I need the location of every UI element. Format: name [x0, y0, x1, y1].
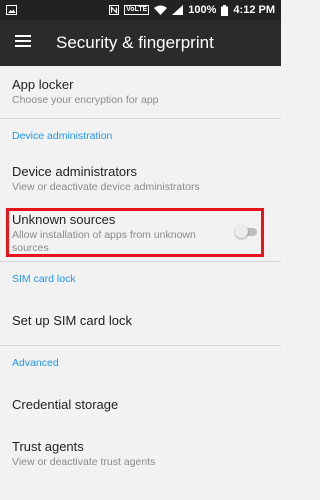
- settings-list: App locker Choose your encryption for ap…: [0, 66, 281, 473]
- battery-icon: [221, 4, 229, 16]
- device-administrators-title: Device administrators: [12, 163, 137, 179]
- credential-storage-title: Credential storage: [12, 396, 119, 412]
- app-locker-subtitle: Choose your encryption for app: [12, 94, 159, 106]
- section-sim-card-lock: SIM card lock: [12, 272, 76, 285]
- app-locker-item[interactable]: App locker Choose your encryption for ap…: [0, 66, 281, 118]
- toggle-thumb: [235, 225, 248, 238]
- hamburger-menu-icon: [15, 34, 31, 52]
- set-up-sim-lock-item[interactable]: Set up SIM card lock: [0, 295, 281, 345]
- unknown-sources-title: Unknown sources: [12, 211, 116, 227]
- nfc-icon: [109, 5, 120, 15]
- credential-storage-item[interactable]: Credential storage: [0, 379, 281, 429]
- device-administrators-item[interactable]: Device administrators View or deactivate…: [0, 152, 281, 205]
- app-locker-title: App locker: [12, 77, 74, 92]
- unknown-sources-item[interactable]: Unknown sources Allow installation of ap…: [0, 205, 281, 261]
- trust-agents-item[interactable]: Trust agents View or deactivate trust ag…: [0, 429, 281, 473]
- unknown-sources-toggle[interactable]: [235, 225, 259, 239]
- section-device-administration: Device administration: [12, 129, 113, 142]
- page-title: Security & fingerprint: [56, 33, 214, 52]
- app-bar: Security & fingerprint: [0, 20, 281, 66]
- menu-button[interactable]: [0, 20, 46, 66]
- set-up-sim-lock-title: Set up SIM card lock: [12, 312, 132, 328]
- volte-icon: VoLTE: [124, 5, 150, 15]
- trust-agents-subtitle: View or deactivate trust agents: [12, 456, 156, 468]
- status-bar: VoLTE 100% 4:12 PM: [0, 0, 281, 20]
- device-administrators-subtitle: View or deactivate device administrators: [12, 180, 200, 193]
- section-advanced: Advanced: [12, 356, 59, 369]
- unknown-sources-subtitle: Allow installation of apps from unknown …: [12, 228, 196, 254]
- trust-agents-title: Trust agents: [12, 439, 84, 454]
- image-icon: [6, 5, 17, 15]
- battery-percent: 100%: [188, 4, 217, 16]
- signal-icon: [172, 5, 184, 15]
- clock: 4:12 PM: [233, 4, 275, 16]
- wifi-icon: [154, 5, 168, 15]
